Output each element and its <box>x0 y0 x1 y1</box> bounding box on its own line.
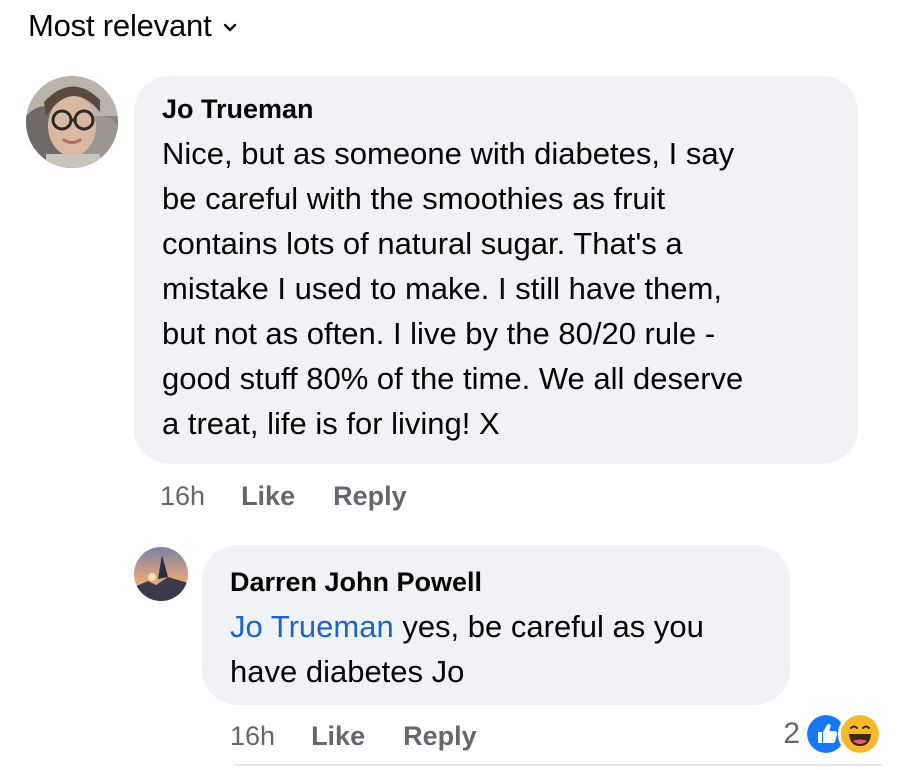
reply-text: Jo Trueman yes, be careful as you have d… <box>230 604 762 694</box>
comment-text: Nice, but as someone with diabetes, I sa… <box>162 131 830 446</box>
reply-text-part: yes, be careful as you <box>393 609 704 644</box>
comment-timestamp[interactable]: 16h <box>160 481 205 512</box>
comment-line: contains lots of natural sugar. That's a <box>162 226 683 261</box>
reply-bubble: Darren John Powell Jo Trueman yes, be ca… <box>202 545 790 705</box>
profile-photo <box>26 76 118 168</box>
like-button[interactable]: Like <box>311 721 365 752</box>
reply-author[interactable]: Darren John Powell <box>230 565 762 599</box>
reply-button[interactable]: Reply <box>403 721 477 752</box>
chevron-down-icon <box>223 21 237 35</box>
reply-line: have diabetes Jo <box>230 654 465 689</box>
divider <box>234 764 882 766</box>
comment-author[interactable]: Jo Trueman <box>162 92 830 126</box>
reaction-summary[interactable]: 2 <box>783 712 882 756</box>
reply-line: Jo Trueman yes, be careful as you <box>230 604 762 649</box>
mention-link[interactable]: Jo Trueman <box>230 609 394 644</box>
comment-bubble: Jo Trueman Nice, but as someone with dia… <box>134 76 858 464</box>
comment-line: good stuff 80% of the time. We all deser… <box>162 361 744 396</box>
sort-label: Most relevant <box>28 8 212 43</box>
comment-line: be careful with the smoothies as fruit <box>162 181 666 216</box>
avatar[interactable] <box>134 547 188 601</box>
sort-dropdown[interactable]: Most relevant <box>28 6 237 46</box>
avatar[interactable] <box>26 76 118 168</box>
comment-line: a treat, life is for living! X <box>162 406 500 441</box>
profile-photo <box>134 547 188 601</box>
reply-timestamp[interactable]: 16h <box>230 721 275 752</box>
like-button[interactable]: Like <box>241 481 295 512</box>
comment-actions: 16h Like Reply <box>160 476 445 516</box>
comment-line: but not as often. I live by the 80/20 ru… <box>162 316 716 351</box>
comment-line: mistake I used to make. I still have the… <box>162 271 722 306</box>
reply-button[interactable]: Reply <box>333 481 407 512</box>
comment-line: Nice, but as someone with diabetes, I sa… <box>162 136 735 171</box>
reaction-count: 2 <box>783 717 800 750</box>
haha-icon <box>838 712 882 756</box>
reply-actions: 16h Like Reply <box>230 716 515 756</box>
